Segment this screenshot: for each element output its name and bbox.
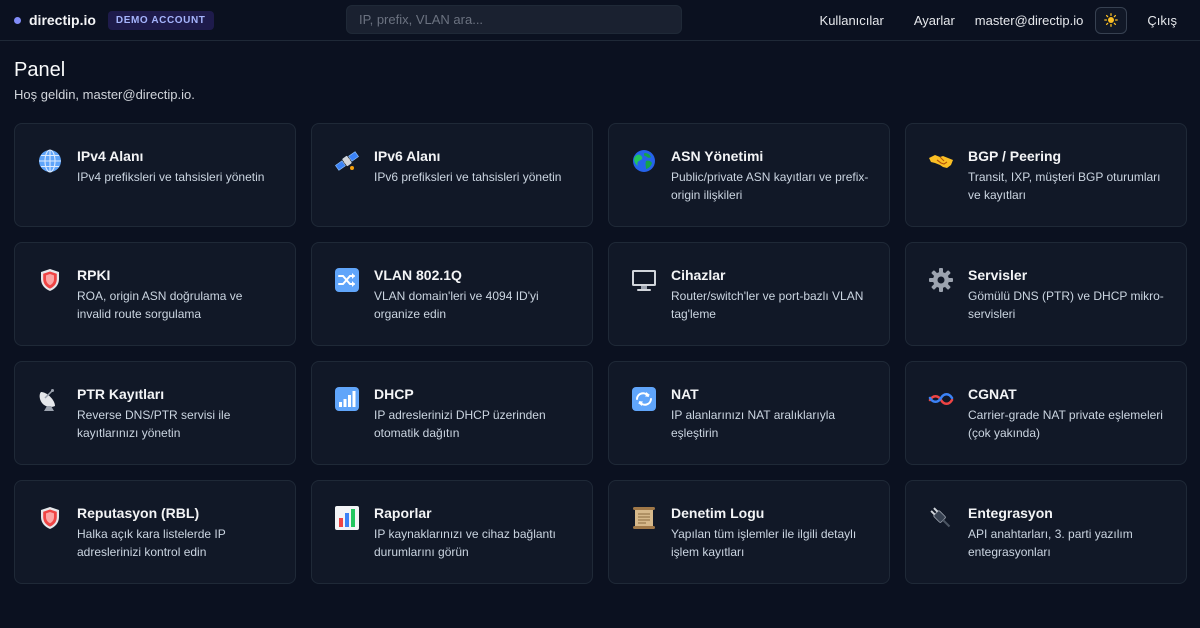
card-bgp[interactable]: BGP / Peering Transit, IXP, müşteri BGP …	[905, 123, 1187, 227]
module-grid: IPv4 Alanı IPv4 prefiksleri ve tahsisler…	[14, 123, 1187, 584]
card-rpki[interactable]: RPKI ROA, origin ASN doğrulama ve invali…	[14, 242, 296, 346]
card-description: Router/switch'ler ve port-bazlı VLAN tag…	[671, 289, 864, 321]
search-input[interactable]	[346, 5, 682, 34]
card-title: BGP / Peering	[968, 148, 1062, 164]
card-title: Denetim Logu	[671, 505, 765, 521]
card-title: Entegrasyon	[968, 505, 1053, 521]
card-title: RPKI	[77, 267, 111, 283]
user-email-link[interactable]: master@directip.io	[975, 13, 1084, 28]
earth-icon	[631, 148, 657, 174]
repeat-icon	[631, 386, 657, 412]
card-description: ROA, origin ASN doğrulama ve invalid rou…	[77, 289, 243, 321]
sun-icon	[1104, 13, 1119, 27]
shuffle-icon	[334, 267, 360, 293]
card-description: VLAN domain'leri ve 4094 ID'yi organize …	[374, 289, 539, 321]
card-title: VLAN 802.1Q	[374, 267, 462, 283]
card-dhcp[interactable]: DHCP IP adreslerinizi DHCP üzerinden oto…	[311, 361, 593, 465]
card-title: Raporlar	[374, 505, 432, 521]
page-header: Panel Hoş geldin, master@directip.io.	[0, 41, 1200, 102]
nav-settings-link[interactable]: Ayarlar	[914, 13, 955, 28]
page-subtitle: Hoş geldin, master@directip.io.	[14, 87, 195, 102]
card-title: CGNAT	[968, 386, 1017, 402]
demo-account-badge: DEMO ACCOUNT	[107, 10, 214, 30]
nav-users-link[interactable]: Kullanıcılar	[820, 13, 884, 28]
bar-chart-icon	[334, 505, 360, 531]
card-description: IP alanlarınızı NAT aralıklarıyla eşleşt…	[671, 408, 836, 440]
top-bar: directip.io DEMO ACCOUNT Kullanıcılar Ay…	[0, 0, 1200, 41]
card-description: API anahtarları, 3. parti yazılım entegr…	[968, 527, 1133, 559]
card-title: Reputasyon (RBL)	[77, 505, 200, 521]
card-title: ASN Yönetimi	[671, 148, 764, 164]
card-devices[interactable]: Cihazlar Router/switch'ler ve port-bazlı…	[608, 242, 890, 346]
card-ipv4[interactable]: IPv4 Alanı IPv4 prefiksleri ve tahsisler…	[14, 123, 296, 227]
card-title: IPv6 Alanı	[374, 148, 441, 164]
scroll-icon	[631, 505, 657, 531]
card-audit-log[interactable]: Denetim Logu Yapılan tüm işlemler ile il…	[608, 480, 890, 584]
card-title: Cihazlar	[671, 267, 726, 283]
satellite-dish-icon	[37, 386, 63, 412]
logout-link[interactable]: Çıkış	[1147, 13, 1177, 28]
card-description: Reverse DNS/PTR servisi ile kayıtlarınız…	[77, 408, 231, 440]
plug-icon	[928, 505, 954, 531]
brand-dot-icon	[14, 16, 21, 24]
card-reports[interactable]: Raporlar IP kaynaklarınızı ve cihaz bağl…	[311, 480, 593, 584]
satellite-icon	[334, 148, 360, 174]
signal-bars-icon	[334, 386, 360, 412]
handshake-icon	[928, 148, 954, 174]
card-title: PTR Kayıtları	[77, 386, 165, 402]
card-description: IPv6 prefiksleri ve tahsisleri yönetin	[374, 170, 562, 184]
card-title: DHCP	[374, 386, 414, 402]
header-nav: Kullanıcılar Ayarlar master@directip.io …	[820, 6, 1186, 34]
card-integration[interactable]: Entegrasyon API anahtarları, 3. parti ya…	[905, 480, 1187, 584]
card-description: IPv4 prefiksleri ve tahsisleri yönetin	[77, 170, 265, 184]
card-description: Transit, IXP, müşteri BGP oturumları ve …	[968, 170, 1161, 202]
card-ptr[interactable]: PTR Kayıtları Reverse DNS/PTR servisi il…	[14, 361, 296, 465]
brand-name[interactable]: directip.io	[29, 12, 96, 28]
gear-icon	[928, 267, 954, 293]
card-description: Yapılan tüm işlemler ile ilgili detaylı …	[671, 527, 857, 559]
card-description: Carrier-grade NAT private eşlemeleri (ço…	[968, 408, 1163, 440]
card-title: NAT	[671, 386, 699, 402]
globe-icon	[37, 148, 63, 174]
monitor-icon	[631, 267, 657, 293]
card-cgnat[interactable]: CGNAT Carrier-grade NAT private eşlemele…	[905, 361, 1187, 465]
knot-icon	[928, 386, 954, 412]
card-nat[interactable]: NAT IP alanlarınızı NAT aralıklarıyla eş…	[608, 361, 890, 465]
card-description: Gömülü DNS (PTR) ve DHCP mikro-servisler…	[968, 289, 1164, 321]
card-description: IP adreslerinizi DHCP üzerinden otomatik…	[374, 408, 546, 440]
shield-icon	[37, 505, 63, 531]
card-description: Public/private ASN kayıtları ve prefix-o…	[671, 170, 869, 202]
theme-toggle-button[interactable]	[1095, 6, 1128, 34]
card-description: IP kaynaklarınızı ve cihaz bağlantı duru…	[374, 527, 556, 559]
card-vlan[interactable]: VLAN 802.1Q VLAN domain'leri ve 4094 ID'…	[311, 242, 593, 346]
card-description: Halka açık kara listelerde IP adreslerin…	[77, 527, 226, 559]
brand[interactable]: directip.io DEMO ACCOUNT	[14, 10, 214, 30]
page-title: Panel	[14, 59, 66, 81]
card-asn[interactable]: ASN Yönetimi Public/private ASN kayıtlar…	[608, 123, 890, 227]
card-services[interactable]: Servisler Gömülü DNS (PTR) ve DHCP mikro…	[905, 242, 1187, 346]
card-reputation[interactable]: Reputasyon (RBL) Halka açık kara listele…	[14, 480, 296, 584]
shield-icon	[37, 267, 63, 293]
card-ipv6[interactable]: IPv6 Alanı IPv6 prefiksleri ve tahsisler…	[311, 123, 593, 227]
card-title: IPv4 Alanı	[77, 148, 144, 164]
card-title: Servisler	[968, 267, 1028, 283]
